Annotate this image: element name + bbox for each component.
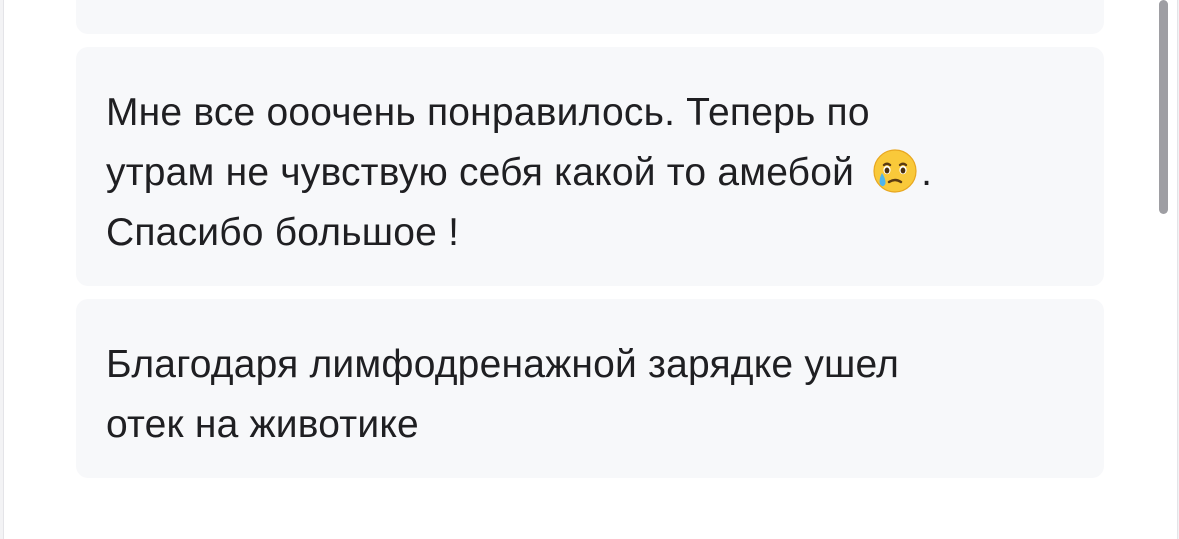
review-text-part: Мне все ооочень понравилось. Теперь по у… <box>106 91 870 194</box>
scrollbar[interactable] <box>1157 0 1169 539</box>
review-card-previous <box>76 0 1104 34</box>
review-card: Мне все ооочень понравилось. Теперь по у… <box>76 47 1104 286</box>
reviews-panel: Мне все ооочень понравилось. Теперь по у… <box>3 0 1178 539</box>
review-text: Мне все ооочень понравилось. Теперь по у… <box>106 83 1074 263</box>
review-text: Благодаря лимфодренажной зарядке ушел от… <box>106 343 900 446</box>
review-card: Благодаря лимфодренажной зарядке ушел от… <box>76 299 1104 478</box>
scrollbar-thumb[interactable] <box>1159 0 1168 214</box>
face-holding-back-tears-icon <box>871 147 919 195</box>
